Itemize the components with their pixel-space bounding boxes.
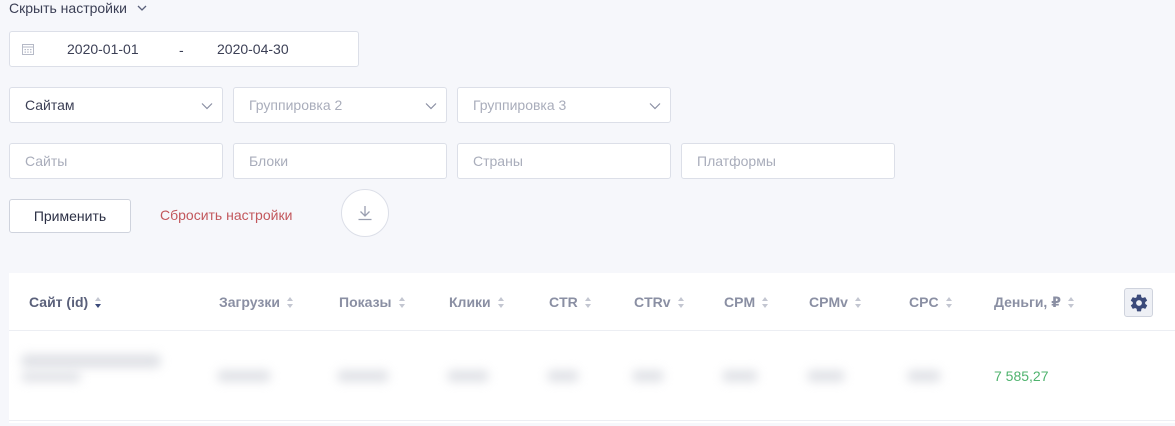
- table-header: Сайт (id) Загрузки Показы Клики CTR CTRv…: [9, 273, 1175, 331]
- sort-desc-icon: [95, 296, 102, 308]
- download-button[interactable]: [341, 189, 389, 237]
- date-separator: -: [179, 42, 184, 58]
- table-row: 7 585,27: [9, 332, 1175, 421]
- blurred-ctr-value: [547, 370, 579, 382]
- blurred-ctrv-value: [632, 370, 664, 382]
- column-label: Сайт (id): [29, 294, 89, 310]
- chevron-down-icon: [201, 103, 213, 110]
- column-header-cpm[interactable]: CPM: [724, 294, 769, 310]
- date-from[interactable]: 2020-01-01: [67, 41, 139, 57]
- blurred-clicks-value: [447, 370, 489, 382]
- column-label: CPM: [724, 294, 756, 310]
- sort-icon: [762, 296, 769, 308]
- date-to[interactable]: 2020-04-30: [217, 41, 289, 57]
- column-label: Деньги, ₽: [994, 294, 1061, 310]
- column-header-cpmv[interactable]: CPMv: [809, 294, 862, 310]
- grouping-3-select[interactable]: Группировка 3: [457, 87, 671, 123]
- chevron-down-icon: [137, 5, 147, 11]
- column-label: CTR: [549, 294, 578, 310]
- sort-icon: [677, 296, 684, 308]
- hide-settings-toggle[interactable]: Скрыть настройки: [9, 0, 149, 16]
- blurred-loads-value: [217, 370, 271, 382]
- calendar-icon: [22, 44, 34, 55]
- column-label: CTRv: [634, 294, 671, 310]
- grouping-1-value: Сайтам: [25, 97, 75, 113]
- gear-icon: [1130, 294, 1147, 311]
- download-icon: [358, 206, 372, 221]
- column-label: CPC: [909, 294, 939, 310]
- sort-icon: [945, 296, 952, 308]
- chevron-down-icon: [649, 103, 661, 110]
- blocks-filter-input[interactable]: [233, 143, 447, 179]
- column-header-money[interactable]: Деньги, ₽: [994, 294, 1075, 311]
- sort-icon: [286, 296, 293, 308]
- column-header-site[interactable]: Сайт (id): [29, 294, 102, 310]
- sort-icon: [854, 296, 861, 308]
- reset-settings-link[interactable]: Сбросить настройки: [160, 207, 292, 223]
- column-header-ctr[interactable]: CTR: [549, 294, 592, 310]
- column-header-loads[interactable]: Загрузки: [219, 294, 294, 310]
- blurred-site-id: [21, 372, 81, 382]
- column-label: Загрузки: [219, 294, 280, 310]
- sort-icon: [584, 296, 591, 308]
- sort-icon: [497, 296, 504, 308]
- apply-button[interactable]: Применить: [9, 199, 131, 233]
- chevron-down-icon: [425, 103, 437, 110]
- sort-icon: [1067, 297, 1074, 308]
- column-header-ctrv[interactable]: CTRv: [634, 294, 685, 310]
- blurred-cpm-value: [722, 370, 758, 382]
- blurred-cpmv-value: [807, 370, 845, 382]
- date-range-picker[interactable]: 2020-01-01 - 2020-04-30: [9, 31, 359, 67]
- column-label: CPMv: [809, 294, 848, 310]
- sites-filter-input[interactable]: [9, 143, 223, 179]
- blurred-cpc-value: [907, 370, 941, 382]
- column-header-cpc[interactable]: CPC: [909, 294, 953, 310]
- grouping-3-value: Группировка 3: [473, 97, 567, 113]
- table-settings-button[interactable]: [1124, 288, 1153, 317]
- blurred-impressions-value: [337, 370, 389, 382]
- grouping-2-value: Группировка 2: [249, 97, 343, 113]
- platforms-filter-input[interactable]: [681, 143, 895, 179]
- column-header-clicks[interactable]: Клики: [449, 294, 505, 310]
- grouping-2-select[interactable]: Группировка 2: [233, 87, 447, 123]
- column-label: Клики: [449, 294, 491, 310]
- blurred-site-name: [21, 354, 161, 368]
- grouping-1-select[interactable]: Сайтам: [9, 87, 223, 123]
- sort-icon: [398, 296, 405, 308]
- column-label: Показы: [339, 294, 392, 310]
- hide-settings-label: Скрыть настройки: [9, 0, 127, 16]
- stats-table: Сайт (id) Загрузки Показы Клики CTR CTRv…: [9, 273, 1175, 423]
- column-header-impressions[interactable]: Показы: [339, 294, 406, 310]
- money-value: 7 585,27: [994, 368, 1049, 384]
- countries-filter-input[interactable]: [457, 143, 671, 179]
